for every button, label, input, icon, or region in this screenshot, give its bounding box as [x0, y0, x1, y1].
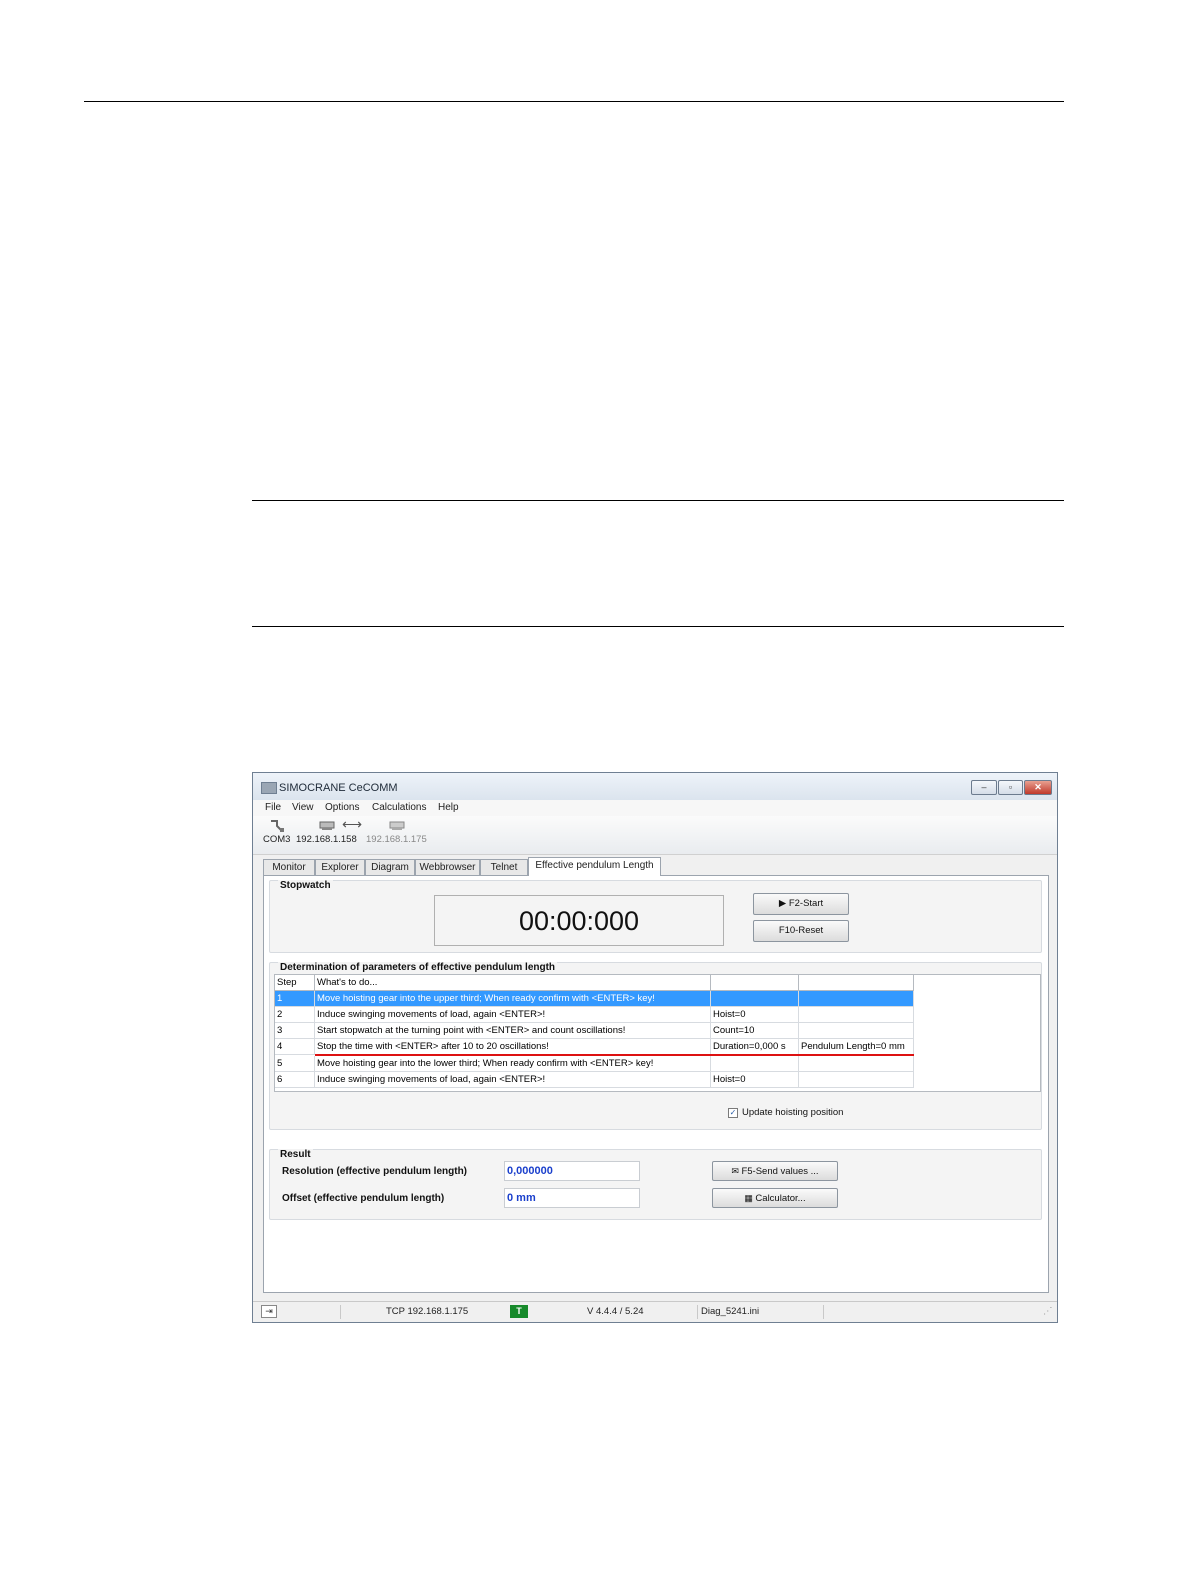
- offset-label: Offset (effective pendulum length): [282, 1193, 445, 1204]
- top-rule: [84, 101, 1064, 102]
- note-bottom-rule: [252, 626, 1064, 627]
- stopwatch-group: Stopwatch 00:00:000 ▶ F2-Start F10-Reset: [269, 880, 1042, 953]
- cell-result: [799, 1056, 914, 1071]
- tab-monitor[interactable]: Monitor: [263, 859, 315, 875]
- column-step[interactable]: Step: [275, 975, 315, 990]
- cell-step: 3: [275, 1023, 315, 1038]
- cell-value: Hoist=0: [711, 1007, 799, 1022]
- window-title: SIMOCRANE CeCOMM: [279, 782, 398, 794]
- cell-todo: Induce swinging movements of load, again…: [315, 1072, 711, 1087]
- update-hoisting-label[interactable]: Update hoisting position: [742, 1107, 843, 1118]
- cell-step: 5: [275, 1056, 315, 1071]
- cell-value: [711, 991, 799, 1006]
- status-separator: [340, 1305, 341, 1319]
- menu-help[interactable]: Help: [438, 802, 459, 813]
- result-label: Result: [278, 1149, 313, 1160]
- cell-result: Pendulum Length=0 mm: [799, 1039, 914, 1054]
- status-badge: T: [510, 1305, 528, 1318]
- column-result[interactable]: [799, 975, 914, 990]
- cell-todo: Start stopwatch at the turning point wit…: [315, 1023, 711, 1038]
- start-button-label: F2-Start: [788, 898, 824, 909]
- remote-ip-label[interactable]: 192.168.1.175: [366, 834, 427, 845]
- cell-result: [799, 1072, 914, 1087]
- title-bar[interactable]: SIMOCRANE CeCOMM – ▫ ✕: [253, 773, 1057, 800]
- menu-bar: File View Options Calculations Help: [253, 800, 1057, 816]
- steps-table: Step What's to do... 1 Move hoisting gea…: [274, 974, 1041, 1092]
- resolution-value: 0,000000: [504, 1161, 640, 1181]
- determination-group: Determination of parameters of effective…: [269, 962, 1042, 1130]
- reset-button[interactable]: F10-Reset: [753, 920, 849, 942]
- calculator-icon: ▦: [744, 1193, 756, 1203]
- tab-explorer[interactable]: Explorer: [315, 859, 365, 875]
- remote-device-icon: [389, 821, 405, 834]
- note-top-rule: [252, 500, 1064, 501]
- cell-value: Duration=0,000 s: [711, 1039, 799, 1054]
- determination-label: Determination of parameters of effective…: [278, 962, 558, 973]
- status-connection: TCP 192.168.1.175: [386, 1306, 469, 1317]
- status-version: V 4.4.4 / 5.24: [587, 1306, 644, 1317]
- maximize-button[interactable]: ▫: [998, 780, 1023, 795]
- play-icon: ▶: [778, 898, 789, 909]
- table-row[interactable]: 4 Stop the time with <ENTER> after 10 to…: [275, 1039, 914, 1055]
- tab-webbrowser[interactable]: Webbrowser: [415, 859, 480, 875]
- cell-result: [799, 1007, 914, 1022]
- menu-view[interactable]: View: [292, 802, 314, 813]
- close-button[interactable]: ✕: [1024, 780, 1052, 795]
- column-todo[interactable]: What's to do...: [315, 975, 711, 990]
- minimize-button[interactable]: –: [971, 780, 997, 795]
- tab-effective-pendulum-length[interactable]: Effective pendulum Length: [528, 857, 661, 876]
- start-button[interactable]: ▶ F2-Start: [753, 893, 849, 915]
- table-row[interactable]: 6 Induce swinging movements of load, aga…: [275, 1072, 914, 1088]
- local-device-icon: [319, 821, 335, 834]
- connection-arrow-icon: ⟷: [342, 816, 363, 832]
- menu-options[interactable]: Options: [325, 802, 359, 813]
- resize-grip-icon[interactable]: ⋰: [1043, 1306, 1053, 1317]
- tab-diagram[interactable]: Diagram: [365, 859, 415, 875]
- cell-step: 2: [275, 1007, 315, 1022]
- table-row[interactable]: 1 Move hoisting gear into the upper thir…: [275, 991, 914, 1007]
- table-row[interactable]: 3 Start stopwatch at the turning point w…: [275, 1023, 914, 1039]
- com-port-label[interactable]: COM3: [263, 834, 290, 845]
- calculator-button[interactable]: ▦ Calculator...: [712, 1188, 838, 1208]
- update-hoisting-checkbox[interactable]: ✓: [728, 1108, 738, 1118]
- app-icon: [261, 782, 277, 794]
- result-group: Result Resolution (effective pendulum le…: [269, 1149, 1042, 1220]
- status-bar: ⇥ TCP 192.168.1.175 T V 4.4.4 / 5.24 Dia…: [253, 1301, 1057, 1322]
- toolbar: COM3 ⟷ 192.168.1.158 192.168.1.175: [253, 816, 1057, 855]
- stopwatch-display: 00:00:000: [434, 895, 724, 946]
- status-file: Diag_5241.ini: [701, 1306, 760, 1317]
- cell-step: 6: [275, 1072, 315, 1087]
- tab-telnet[interactable]: Telnet: [480, 859, 528, 875]
- table-row[interactable]: 2 Induce swinging movements of load, aga…: [275, 1007, 914, 1023]
- offset-value: 0 mm: [504, 1188, 640, 1208]
- send-values-button[interactable]: ✉ F5-Send values ...: [712, 1161, 838, 1181]
- calculator-label: Calculator...: [755, 1193, 806, 1204]
- app-window: SIMOCRANE CeCOMM – ▫ ✕ File View Options…: [252, 772, 1058, 1323]
- status-separator: [697, 1305, 698, 1319]
- menu-file[interactable]: File: [265, 802, 281, 813]
- resolution-label: Resolution (effective pendulum length): [282, 1166, 468, 1177]
- cell-todo: Move hoisting gear into the upper third;…: [315, 991, 711, 1006]
- cell-todo: Induce swinging movements of load, again…: [315, 1007, 711, 1022]
- menu-calculations[interactable]: Calculations: [372, 802, 426, 813]
- send-icon: ✉: [731, 1166, 742, 1176]
- status-separator: [823, 1305, 824, 1319]
- cell-value: Count=10: [711, 1023, 799, 1038]
- table-header: Step What's to do...: [275, 975, 914, 991]
- local-ip-label[interactable]: 192.168.1.158: [296, 834, 357, 845]
- cell-value: Hoist=0: [711, 1072, 799, 1087]
- tab-panel: Stopwatch 00:00:000 ▶ F2-Start F10-Reset…: [263, 875, 1049, 1293]
- cell-result: [799, 991, 914, 1006]
- table-row[interactable]: 5 Move hoisting gear into the lower thir…: [275, 1056, 914, 1072]
- cell-step: 1: [275, 991, 315, 1006]
- pin-icon[interactable]: ⇥: [261, 1305, 277, 1318]
- column-value[interactable]: [711, 975, 799, 990]
- send-values-label: F5-Send values ...: [741, 1166, 819, 1177]
- stopwatch-label: Stopwatch: [278, 880, 333, 891]
- cell-todo: Move hoisting gear into the lower third;…: [315, 1056, 711, 1071]
- cell-value: [711, 1056, 799, 1071]
- cell-result: [799, 1023, 914, 1038]
- cell-todo: Stop the time with <ENTER> after 10 to 2…: [315, 1039, 711, 1054]
- cell-step: 4: [275, 1039, 315, 1054]
